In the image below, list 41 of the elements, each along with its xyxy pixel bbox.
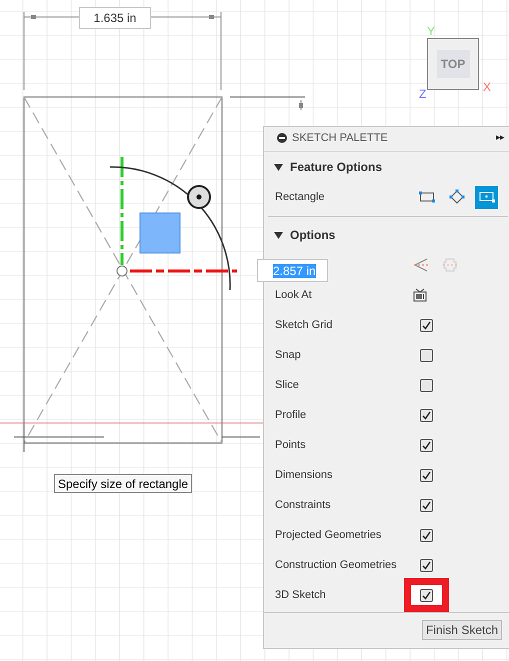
collapse-triangle-icon[interactable] (274, 230, 283, 240)
collapse-arrows[interactable]: ▸▸ (496, 131, 507, 145)
row-label: Snap (275, 348, 302, 363)
checkbox[interactable] (420, 438, 433, 452)
checkbox[interactable] (420, 348, 433, 362)
row-label: Points (275, 438, 307, 453)
section-title: Options (290, 227, 336, 244)
look-at-icon[interactable] (413, 288, 427, 302)
palette-title: SKETCH PALETTE (292, 130, 389, 146)
row-label: Dimensions (275, 468, 334, 483)
checkbox[interactable] (420, 558, 433, 572)
checkbox[interactable] (420, 408, 433, 422)
construction-line-icon[interactable] (413, 258, 429, 272)
y-axis-label: Y (427, 23, 436, 40)
collapse-triangle-icon[interactable] (274, 162, 283, 172)
tooltip: Specify size of rectangle (54, 474, 192, 493)
checkbox[interactable] (420, 528, 433, 542)
dimension-label: 1.635 in (79, 7, 151, 29)
x-axis-label: X (483, 79, 492, 96)
diamond-icon (448, 189, 464, 205)
row-label: Construction Geometries (275, 558, 398, 573)
row-label: Constraints (275, 498, 332, 513)
row-label: Profile (275, 408, 308, 423)
row-label: Sketch Grid (275, 318, 334, 333)
row-label: Projected Geometries (275, 528, 382, 543)
checkbox[interactable] (420, 588, 433, 602)
row-label: 3D Sketch (275, 588, 327, 603)
rectangle-icon (418, 191, 434, 203)
checkbox[interactable] (420, 378, 433, 392)
z-axis-label: Z (419, 86, 426, 103)
preview-square (140, 212, 180, 254)
center-rectangle-icon (478, 191, 494, 203)
row-label: Rectangle (275, 190, 326, 205)
checkbox[interactable] (420, 318, 433, 332)
checkbox[interactable] (420, 468, 433, 482)
finish-sketch-button[interactable]: Finish Sketch (422, 620, 502, 640)
checkbox[interactable] (420, 498, 433, 512)
row-label: Slice (275, 378, 300, 393)
row-label: Look At (275, 288, 313, 303)
rectangle-mode-button[interactable] (475, 186, 498, 208)
section-title: Feature Options (290, 159, 382, 176)
